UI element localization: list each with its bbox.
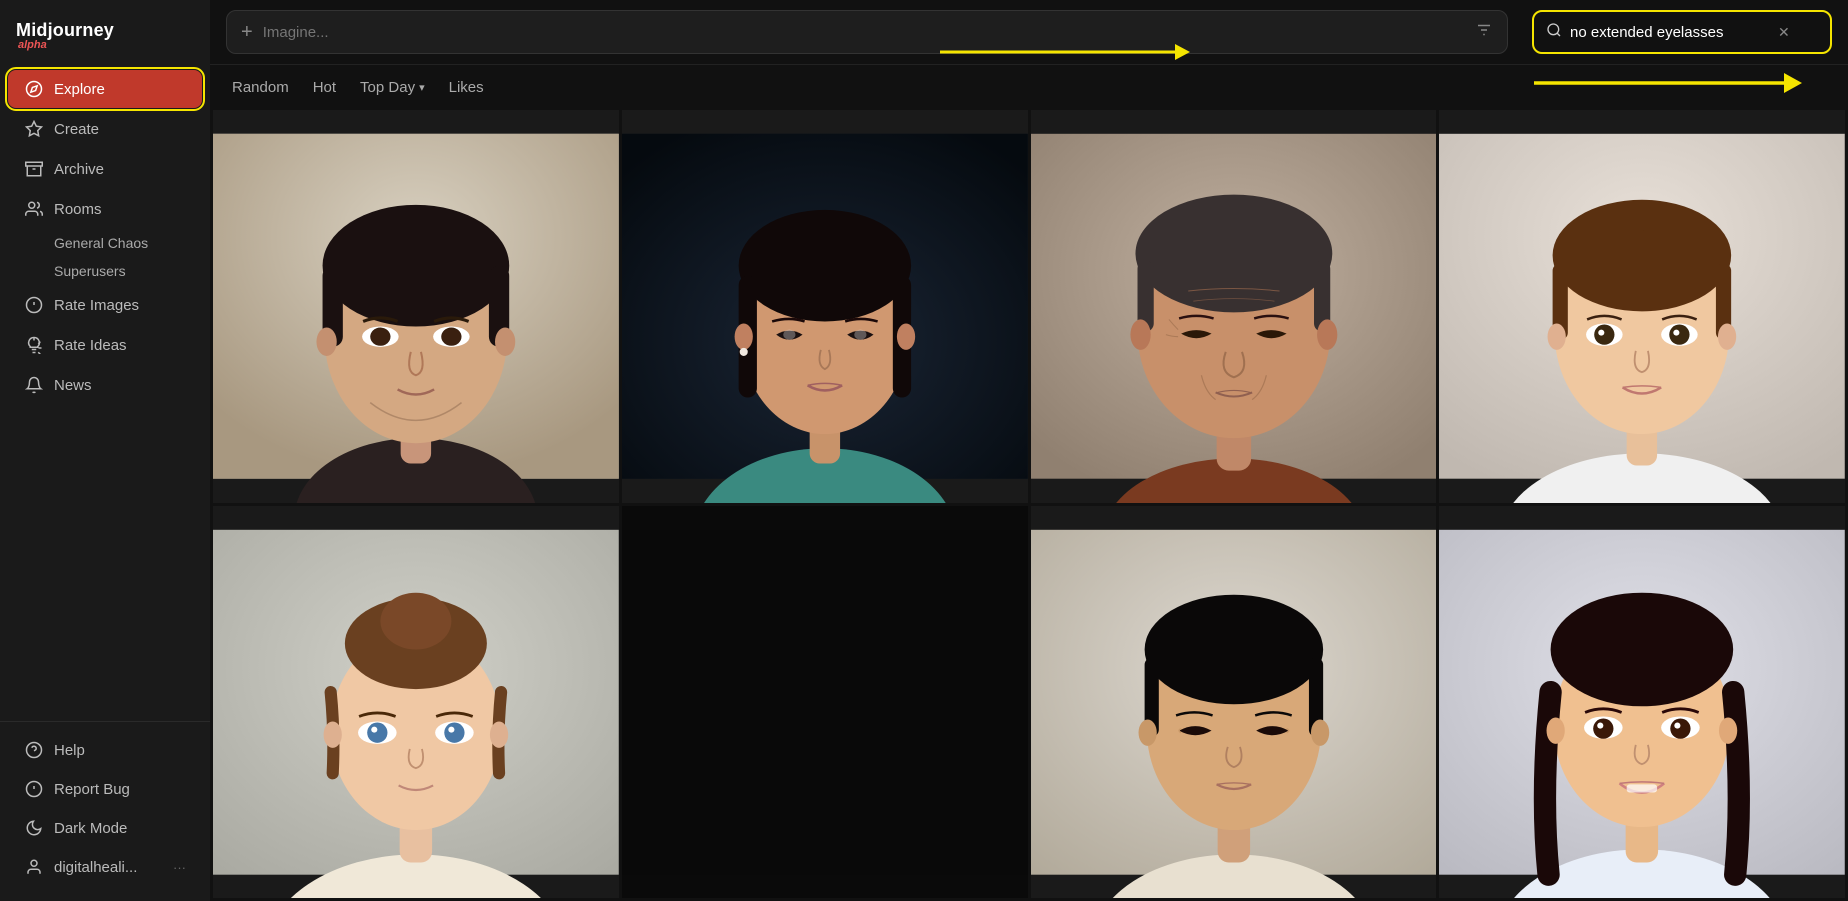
filterbar: Random Hot Top Day ▾ Likes (210, 65, 1848, 110)
wand-icon (24, 119, 44, 139)
sidebar-item-rooms[interactable]: Rooms (8, 190, 202, 228)
app-badge: alpha (18, 39, 194, 51)
bug-icon (24, 779, 44, 799)
filter-hot[interactable]: Hot (311, 75, 338, 100)
sidebar-item-create[interactable]: Create (8, 110, 202, 148)
search-icon (1546, 22, 1562, 43)
sidebar-item-dark-mode-label: Dark Mode (54, 820, 127, 837)
grid-cell-2[interactable] (622, 110, 1028, 503)
search-bar[interactable]: ✕ (1532, 10, 1832, 54)
topbar: + (210, 0, 1848, 65)
grid-cell-4[interactable] (1439, 110, 1845, 503)
main-content: + (210, 0, 1848, 901)
user-icon (24, 857, 44, 877)
sidebar-item-rooms-label: Rooms (54, 201, 102, 218)
grid-cell-6[interactable] (622, 506, 1028, 899)
rooms-icon (24, 199, 44, 219)
sidebar-item-dark-mode[interactable]: Dark Mode (8, 809, 202, 847)
bell-icon (24, 375, 44, 395)
sidebar-nav: Explore Create Archive (0, 69, 210, 887)
archive-icon (24, 159, 44, 179)
sidebar: Midjourney alpha Explore Create (0, 0, 210, 901)
sidebar-item-explore[interactable]: Explore (8, 70, 202, 108)
app-name: Midjourney (16, 20, 194, 41)
filter-icon[interactable] (1475, 21, 1493, 44)
filter-likes[interactable]: Likes (447, 75, 486, 100)
search-input[interactable] (1570, 24, 1770, 41)
grid-cell-8[interactable] (1439, 506, 1845, 899)
grid-cell-3[interactable] (1031, 110, 1437, 503)
sidebar-item-user[interactable]: digitalheali... ··· (8, 848, 202, 886)
star-icon (24, 295, 44, 315)
compass-icon (24, 79, 44, 99)
search-clear-button[interactable]: ✕ (1778, 24, 1790, 41)
filter-top-day[interactable]: Top Day ▾ (358, 75, 427, 100)
sidebar-item-rate-images[interactable]: Rate Images (8, 286, 202, 324)
sidebar-sub-superusers[interactable]: Superusers (8, 258, 202, 284)
grid-cell-1[interactable] (213, 110, 619, 503)
sidebar-item-archive-label: Archive (54, 161, 104, 178)
sidebar-item-rate-images-label: Rate Images (54, 297, 139, 314)
sidebar-item-report-bug[interactable]: Report Bug (8, 770, 202, 808)
sidebar-item-explore-label: Explore (54, 81, 105, 98)
logo-area: Midjourney alpha (0, 14, 210, 69)
add-prompt-icon[interactable]: + (241, 21, 253, 44)
sidebar-item-help-label: Help (54, 742, 85, 759)
imagine-input[interactable] (263, 24, 1465, 41)
sidebar-item-user-label: digitalheali... (54, 859, 137, 876)
filter-random[interactable]: Random (230, 75, 291, 100)
sidebar-item-help[interactable]: Help (8, 731, 202, 769)
sidebar-item-archive[interactable]: Archive (8, 150, 202, 188)
sidebar-item-rate-ideas-label: Rate Ideas (54, 337, 127, 354)
moon-icon (24, 818, 44, 838)
help-circle-icon (24, 740, 44, 760)
sidebar-item-report-bug-label: Report Bug (54, 781, 130, 798)
grid-cell-5[interactable] (213, 506, 619, 899)
chevron-down-icon: ▾ (419, 81, 425, 94)
image-grid (210, 110, 1848, 901)
lightbulb-icon (24, 335, 44, 355)
imagine-bar[interactable]: + (226, 10, 1508, 54)
sidebar-item-news[interactable]: News (8, 366, 202, 404)
user-ellipsis[interactable]: ··· (173, 860, 186, 875)
sidebar-item-create-label: Create (54, 121, 99, 138)
sidebar-item-rate-ideas[interactable]: Rate Ideas (8, 326, 202, 364)
grid-cell-7[interactable] (1031, 506, 1437, 899)
sidebar-item-news-label: News (54, 377, 92, 394)
sidebar-sub-general-chaos[interactable]: General Chaos (8, 230, 202, 256)
sidebar-bottom: Help Report Bug Dark M (0, 721, 210, 887)
